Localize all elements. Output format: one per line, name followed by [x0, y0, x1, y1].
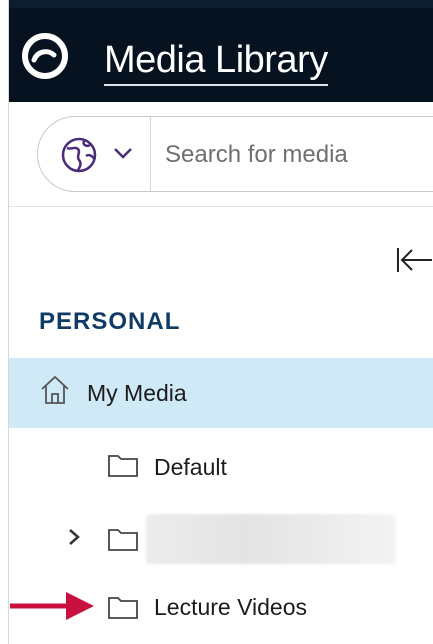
globe-icon	[61, 137, 97, 173]
folder-icon	[108, 529, 138, 551]
section-title-personal: PERSONAL	[39, 308, 181, 335]
collapse-sidebar-icon[interactable]	[394, 240, 433, 280]
search-input[interactable]	[163, 131, 433, 179]
sidebar-item-label: Default	[154, 454, 227, 480]
sidebar-item-label: Lecture Videos	[154, 594, 308, 620]
folder-icon	[108, 597, 138, 619]
app-logo-icon[interactable]	[19, 30, 71, 82]
media-library-panel: Media Library PERSONAL	[8, 0, 433, 644]
redacted-folder-name	[146, 514, 396, 564]
search-bar	[9, 102, 433, 207]
chevron-down-icon	[114, 148, 132, 159]
sidebar-item-default[interactable]: Default	[9, 430, 433, 500]
sidebar-item-label: My Media	[87, 380, 187, 406]
sidebar-item-redacted-folder[interactable]	[9, 502, 433, 572]
annotation-arrow-icon	[10, 592, 94, 620]
folder-icon	[108, 455, 138, 477]
search-scope-dropdown[interactable]	[38, 117, 151, 191]
sidebar-item-my-media[interactable]: My Media	[9, 358, 433, 428]
app-title[interactable]: Media Library	[104, 38, 328, 86]
app-header: Media Library	[9, 0, 433, 102]
search-box	[37, 116, 433, 192]
home-icon	[41, 375, 69, 404]
chevron-right-icon[interactable]	[67, 527, 81, 547]
